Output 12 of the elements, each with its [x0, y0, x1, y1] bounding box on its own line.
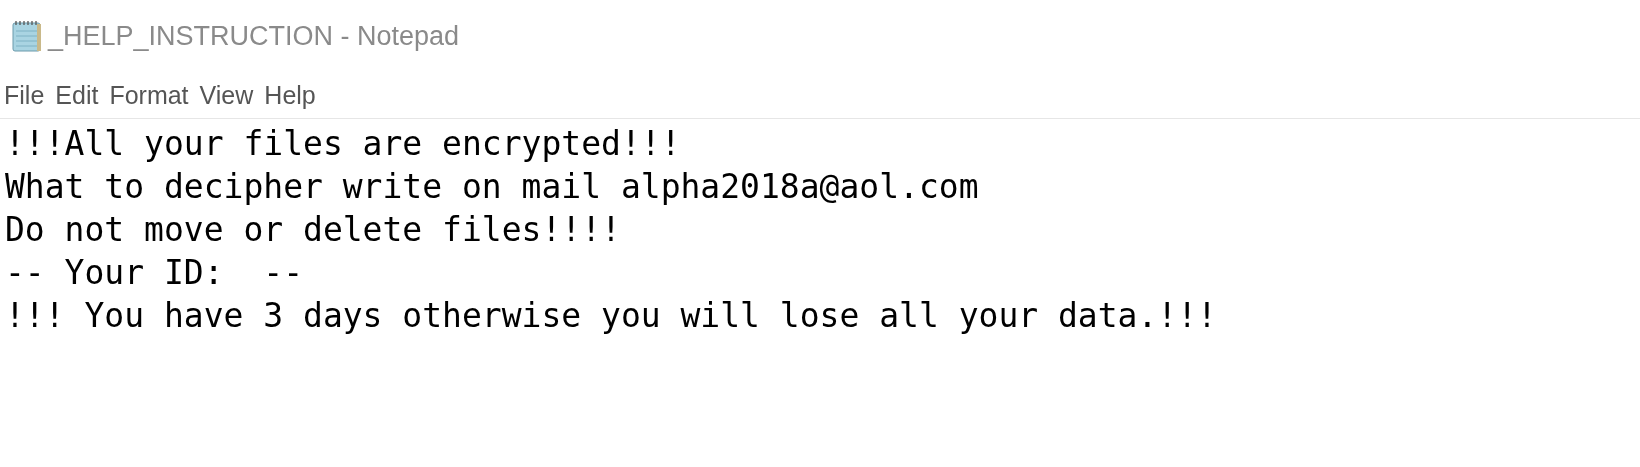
text-line: -- Your ID: --: [5, 252, 304, 294]
menu-item[interactable]: Format: [109, 80, 189, 110]
text-line: !!! You have 3 days otherwise you will lose all your data.!!!: [5, 295, 1218, 337]
text-line: Do not move or delete files!!!!: [5, 209, 622, 251]
menu-item[interactable]: Help: [264, 80, 316, 110]
text-line: !!!All your files are encrypted!!!: [5, 123, 682, 165]
menu-item[interactable]: View: [199, 80, 254, 110]
menu-item[interactable]: File: [4, 80, 45, 110]
notepad-icon: [10, 19, 44, 53]
text-line: What to decipher write on mail alpha2018a@aol.com: [5, 166, 980, 208]
menu-item[interactable]: Edit: [55, 80, 99, 110]
window-title: _HELP_INSTRUCTION - Notepad: [48, 20, 460, 52]
